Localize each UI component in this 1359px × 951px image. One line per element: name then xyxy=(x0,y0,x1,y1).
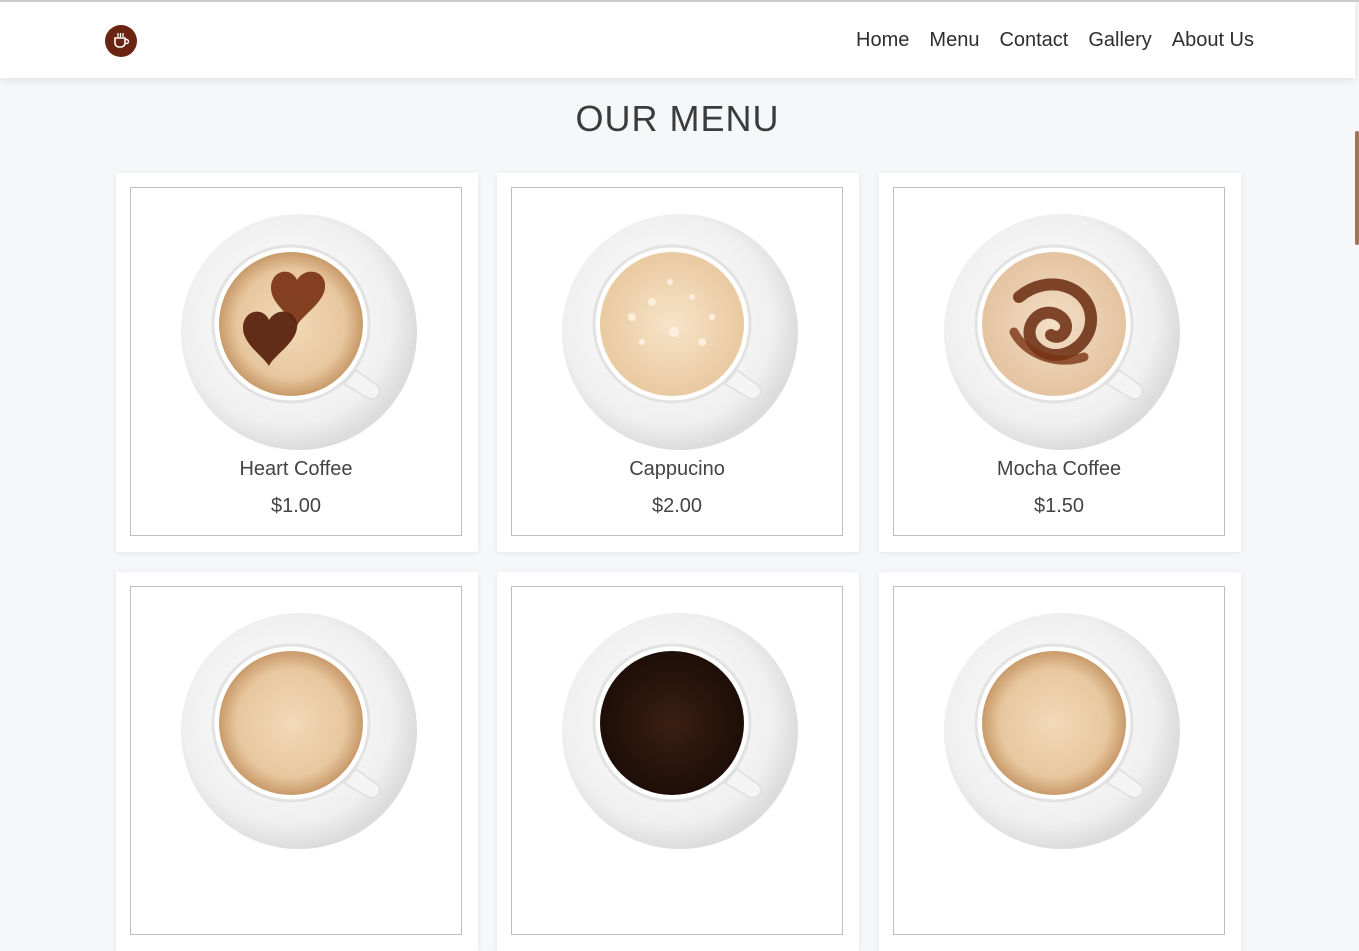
menu-card-frame: Mocha Coffee $1.50 xyxy=(893,187,1225,536)
menu-card[interactable] xyxy=(879,572,1241,951)
coffee-image xyxy=(181,214,417,450)
menu-card[interactable]: Mocha Coffee $1.50 xyxy=(879,173,1241,552)
coffee-image xyxy=(944,214,1180,450)
menu-card[interactable] xyxy=(116,572,478,951)
menu-card-frame xyxy=(893,586,1225,935)
item-price: $1.50 xyxy=(1033,495,1085,517)
nav-home[interactable]: Home xyxy=(856,29,909,52)
menu-card-frame: Heart Coffee $1.00 xyxy=(130,187,462,536)
nav-about-us[interactable]: About Us xyxy=(1172,29,1254,52)
nav-gallery[interactable]: Gallery xyxy=(1088,29,1151,52)
menu-card-frame: Cappucino $2.00 xyxy=(511,187,843,536)
item-name: Mocha Coffee xyxy=(996,458,1122,480)
item-name: Heart Coffee xyxy=(239,458,353,480)
logo[interactable] xyxy=(105,25,137,57)
item-price: $1.00 xyxy=(270,495,322,517)
nav-menu[interactable]: Menu xyxy=(929,29,979,52)
coffee-cup-icon xyxy=(114,32,130,48)
menu-card-frame xyxy=(130,586,462,935)
item-name: Cappucino xyxy=(629,458,725,480)
menu-card[interactable]: Cappucino $2.00 xyxy=(497,173,859,552)
menu-card[interactable] xyxy=(497,572,859,951)
page-title: OUR MENU xyxy=(575,98,780,139)
scrollbar-thumb[interactable] xyxy=(1355,131,1359,245)
navbar: Home Menu Contact Gallery About Us xyxy=(0,2,1355,78)
coffee-image xyxy=(562,613,798,849)
menu-card[interactable]: Heart Coffee $1.00 xyxy=(116,173,478,552)
item-price: $2.00 xyxy=(651,495,703,517)
nav-contact[interactable]: Contact xyxy=(999,29,1068,52)
menu-card-frame xyxy=(511,586,843,935)
coffee-image xyxy=(944,613,1180,849)
coffee-image xyxy=(181,613,417,849)
coffee-image xyxy=(562,214,798,450)
main-nav: Home Menu Contact Gallery About Us xyxy=(836,2,1254,78)
